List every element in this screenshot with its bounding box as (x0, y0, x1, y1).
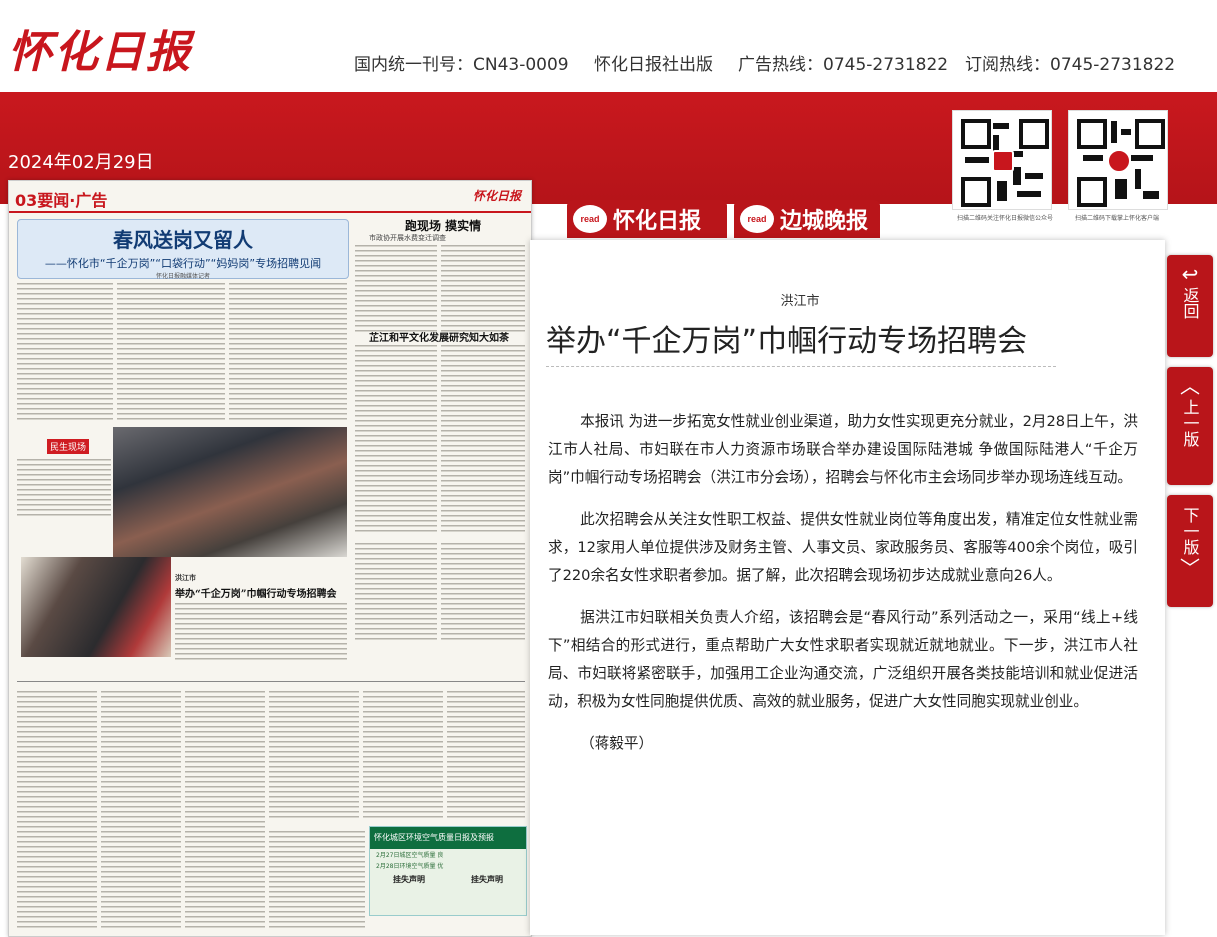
wechat-qr-code (952, 110, 1052, 210)
tab-label: 怀化日报 (613, 208, 702, 234)
text-column (117, 281, 225, 421)
column-badge: 民生现场 (47, 439, 90, 454)
text-column (17, 281, 113, 421)
article-paragraph: 此次招聘会从关注女性职工权益、提供女性就业岗位等角度出发，精准定位女性就业需求，… (548, 511, 1138, 584)
lead-story-title: 春风送岗又留人 (113, 228, 253, 252)
text-column (441, 541, 525, 641)
article-body: 本报讯 为进一步拓宽女性就业创业渠道，助力女性实现更充分就业，2月28日上午，洪… (548, 408, 1138, 772)
page-header: 03要闻·广告 怀化日报 (9, 181, 531, 213)
text-column (441, 343, 525, 453)
chevron-down-icon: ﹀ (1180, 556, 1200, 580)
text-column (355, 541, 437, 641)
text-column (441, 453, 525, 533)
issue-date: 2024年02月29日 (8, 152, 154, 173)
section-divider (17, 681, 525, 682)
ad-hotline-text: 广告热线：0745-2731822 (738, 55, 949, 75)
issn-text: 国内统一刊号：CN43-0009 (354, 55, 569, 75)
text-column (269, 829, 365, 929)
air-quality-title: 怀化城区环境空气质量日报及预报 (374, 833, 494, 842)
newspaper-page[interactable]: 03要闻·广告 怀化日报 春风送岗又留人 ——怀化市“千企万岗”“口袋行动”“妈… (8, 180, 532, 937)
top-header: 怀化日报 国内统一刊号：CN43-0009 怀化日报社出版 广告热线：0745-… (0, 0, 1217, 92)
article-title: 举办“千企万岗”巾帼行动专场招聘会 (546, 324, 1028, 359)
text-column (229, 281, 347, 421)
back-button[interactable]: ↩ 返回 (1167, 255, 1213, 357)
text-column (101, 689, 181, 929)
page-section: 03要闻·广告 (15, 191, 108, 210)
app-qr-code (1068, 110, 1168, 210)
wechat-qr-caption: 扫描二维码关注怀化日报微信公众号 (957, 215, 1054, 222)
lead-story-box[interactable]: 春风送岗又留人 ——怀化市“千企万岗”“口袋行动”“妈妈岗”专场招聘见闻 怀化日… (17, 219, 349, 280)
tab-biancheng-evening[interactable]: read 边城晚报 (734, 200, 880, 238)
article-kicker: 洪江市 (780, 294, 820, 309)
text-column (363, 689, 443, 821)
story-headline[interactable]: 举办“千企万岗”巾帼行动专场招聘会 (175, 585, 337, 600)
news-photo (21, 557, 171, 657)
story-headline[interactable]: 芷江和平文化发展研究知大如茶 (369, 329, 509, 344)
previous-page-label: 上一版 (1180, 399, 1200, 447)
air-quality-line: 2月27日城区空气质量 良 (376, 852, 444, 859)
publisher-text: 怀化日报社出版 (594, 55, 713, 75)
text-column (269, 689, 359, 821)
article-author: （蒋毅平） (580, 735, 654, 752)
back-label: 返回 (1180, 287, 1200, 319)
lead-story-byline: 怀化日报融媒体记者 (155, 273, 210, 280)
article-paragraph: 本报讯 为进一步拓宽女性就业创业渠道，助力女性实现更充分就业，2月28日上午，洪… (548, 413, 1138, 486)
air-quality-line: 2月28日环境空气质量 优 (376, 863, 444, 870)
article-panel: 洪江市 举办“千企万岗”巾帼行动专场招聘会 本报讯 为进一步拓宽女性就业创业渠道… (530, 240, 1165, 935)
story-headline[interactable]: 跑现场 摸实情 (405, 217, 481, 234)
air-quality-banner[interactable]: 怀化城区环境空气质量日报及预报 2月27日城区空气质量 良 2月28日环境空气质… (369, 826, 527, 916)
lead-story-subtitle: ——怀化市“千企万岗”“口袋行动”“妈妈岗”专场招聘见闻 (44, 257, 322, 270)
site-logo[interactable]: 怀化日报 (8, 16, 192, 80)
previous-page-button[interactable]: ︿ 上一版 (1167, 367, 1213, 485)
story-kicker: 洪江市 (175, 573, 196, 582)
text-column (175, 601, 347, 661)
read-icon: read (573, 205, 607, 233)
tab-label: 边城晚报 (780, 208, 869, 234)
return-arrow-icon: ↩ (1181, 262, 1199, 286)
text-column (355, 453, 437, 533)
notice-title: 挂失声明 (393, 875, 425, 884)
title-divider (546, 366, 1056, 367)
text-column (447, 689, 525, 821)
tab-huaihua-daily[interactable]: read 怀化日报 (567, 200, 727, 238)
app-qr-caption: 扫描二维码下载掌上怀化客户端 (1075, 215, 1160, 222)
text-column (17, 689, 97, 929)
subscription-hotline-text: 订阅热线：0745-2731822 (965, 55, 1176, 75)
notice-title: 挂失声明 (471, 875, 503, 884)
next-page-label: 下一版 (1180, 507, 1200, 555)
story-subhead: 市政协开展水费变迁调查 (369, 234, 446, 242)
news-photo (113, 427, 347, 557)
text-column (185, 689, 265, 929)
next-page-button[interactable]: 下一版 ﹀ (1167, 495, 1213, 607)
article-paragraph: 据洪江市妇联相关负责人介绍，该招聘会是“春风行动”系列活动之一，采用“线上+线下… (548, 609, 1138, 710)
read-icon: read (740, 205, 774, 233)
text-column (355, 243, 437, 333)
chevron-up-icon: ︿ (1180, 374, 1200, 398)
text-column (355, 343, 437, 453)
text-column (441, 243, 525, 333)
text-column (17, 457, 111, 517)
page-masthead: 怀化日报 (472, 189, 521, 203)
